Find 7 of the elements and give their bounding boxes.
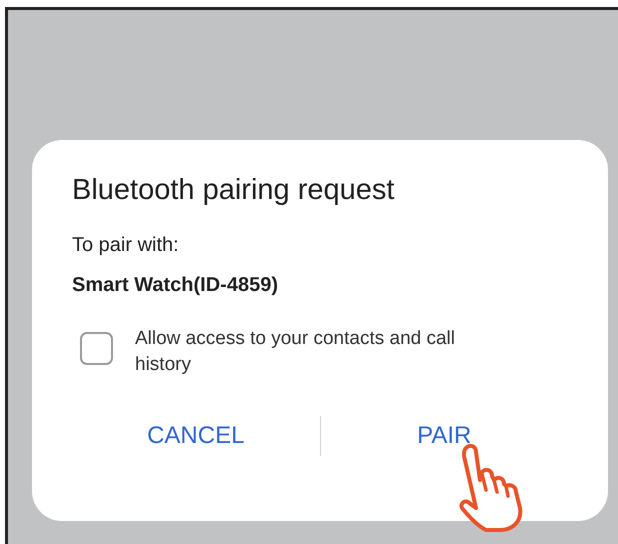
pair-button[interactable]: PAIR (409, 414, 480, 458)
checkbox[interactable] (80, 332, 113, 366)
cancel-button[interactable]: CANCEL (139, 414, 252, 458)
prompt-text: To pair with: (72, 233, 180, 258)
checkbox-label: Allow access to your contacts and call history (135, 327, 456, 378)
device-name: Smart Watch(ID-4859) (72, 273, 279, 298)
dialog-title: Bluetooth pairing request (72, 173, 396, 208)
